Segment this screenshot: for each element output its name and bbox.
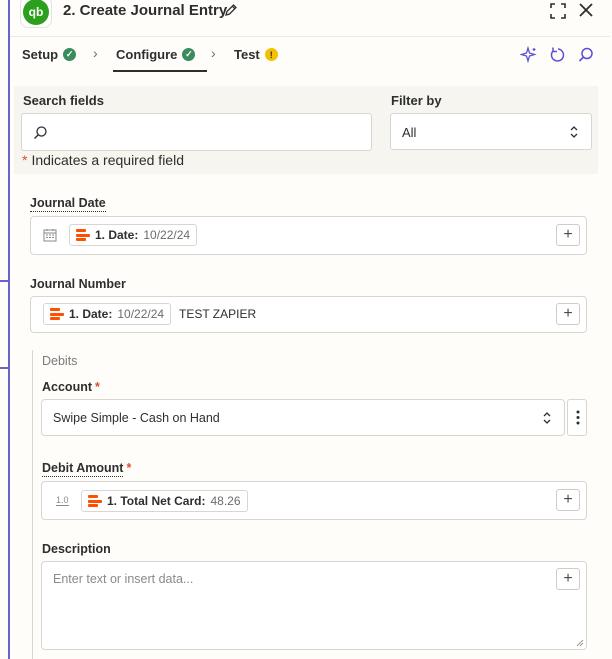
resize-handle-icon[interactable] [576, 639, 584, 647]
expand-icon[interactable] [549, 2, 567, 20]
journal-date-label: Journal Date [30, 196, 106, 212]
account-select[interactable]: Swipe Simple - Cash on Hand [41, 399, 565, 436]
zapier-step-icon [88, 494, 102, 508]
account-label: Account * [42, 380, 100, 394]
app-logo: qb [20, 0, 52, 28]
calendar-icon [43, 229, 57, 242]
tab-label: Setup [22, 47, 59, 62]
tab-test[interactable]: Test ! [234, 47, 278, 62]
check-icon: ✓ [63, 48, 77, 61]
required-star: * [126, 461, 132, 475]
filter-value: All [402, 125, 417, 140]
debit-amount-field[interactable]: 1.0 1. Total Net Card: 48.26 + [41, 481, 587, 520]
data-pill[interactable]: 1. Total Net Card: 48.26 [81, 490, 248, 512]
account-value: Swipe Simple - Cash on Hand [53, 411, 220, 425]
data-pill[interactable]: 1. Date: 10/22/24 [43, 303, 172, 325]
search-icon [34, 126, 47, 139]
sort-chevron-icon [543, 412, 551, 424]
sort-chevron-icon [570, 126, 578, 138]
debits-group-border [32, 350, 33, 659]
plus-icon: + [563, 226, 573, 243]
journal-number-text: TEST ZAPIER [179, 307, 257, 321]
check-icon: ✓ [182, 48, 196, 61]
journal-date-field[interactable]: 1. Date: 10/22/24 + [30, 216, 587, 255]
quickbooks-icon: qb [23, 0, 49, 25]
tab-label: Configure [116, 47, 178, 62]
required-field-note: * Indicates a required field [22, 152, 184, 168]
description-placeholder: Enter text or insert data... [53, 572, 194, 586]
insert-data-button[interactable]: + [556, 303, 580, 325]
debits-group-label: Debits [42, 354, 78, 368]
pencil-icon[interactable] [224, 3, 238, 17]
warning-icon: ! [264, 48, 278, 61]
panel-header: qb 2. Create Journal Entry [10, 0, 610, 36]
description-textarea[interactable]: Enter text or insert data... + [41, 561, 587, 650]
tab-setup[interactable]: Setup ✓ [22, 47, 77, 62]
number-type-icon: 1.0 [56, 495, 69, 506]
required-star: * [95, 380, 100, 394]
journal-number-label: Journal Number [30, 277, 126, 291]
required-star: * [22, 152, 28, 168]
chevron-right-icon: › [93, 45, 98, 61]
insert-data-button[interactable]: + [556, 568, 580, 590]
search-icon[interactable] [577, 46, 595, 64]
refresh-icon[interactable] [549, 46, 567, 64]
active-tab-indicator [113, 70, 207, 72]
filter-by-label: Filter by [391, 93, 442, 108]
close-icon[interactable] [578, 2, 594, 18]
plus-icon: + [563, 305, 573, 322]
journal-number-field[interactable]: 1. Date: 10/22/24 TEST ZAPIER + [30, 296, 587, 333]
chevron-right-icon: › [211, 45, 216, 61]
zapier-step-icon [76, 228, 90, 242]
debit-amount-label: Debit Amount * [42, 461, 132, 477]
more-options-button[interactable] [567, 399, 587, 436]
search-fields-label: Search fields [23, 93, 104, 108]
ai-sparkle-icon[interactable] [520, 46, 538, 64]
step-tabs: Setup ✓ › Configure ✓ › Test ! [10, 36, 610, 72]
description-label: Description [42, 542, 111, 556]
filter-select[interactable]: All [390, 113, 592, 150]
zapier-step-icon [50, 307, 64, 321]
insert-data-button[interactable]: + [556, 224, 580, 246]
search-input[interactable] [21, 113, 372, 151]
insert-data-button[interactable]: + [556, 489, 580, 511]
search-text-input[interactable] [56, 122, 356, 142]
plus-icon: + [563, 570, 573, 587]
data-pill[interactable]: 1. Date: 10/22/24 [69, 224, 198, 246]
tab-label: Test [234, 47, 260, 62]
tab-configure[interactable]: Configure ✓ [116, 47, 196, 62]
kebab-menu-icon [576, 410, 580, 425]
step-title[interactable]: 2. Create Journal Entry [63, 2, 227, 19]
plus-icon: + [563, 491, 573, 508]
